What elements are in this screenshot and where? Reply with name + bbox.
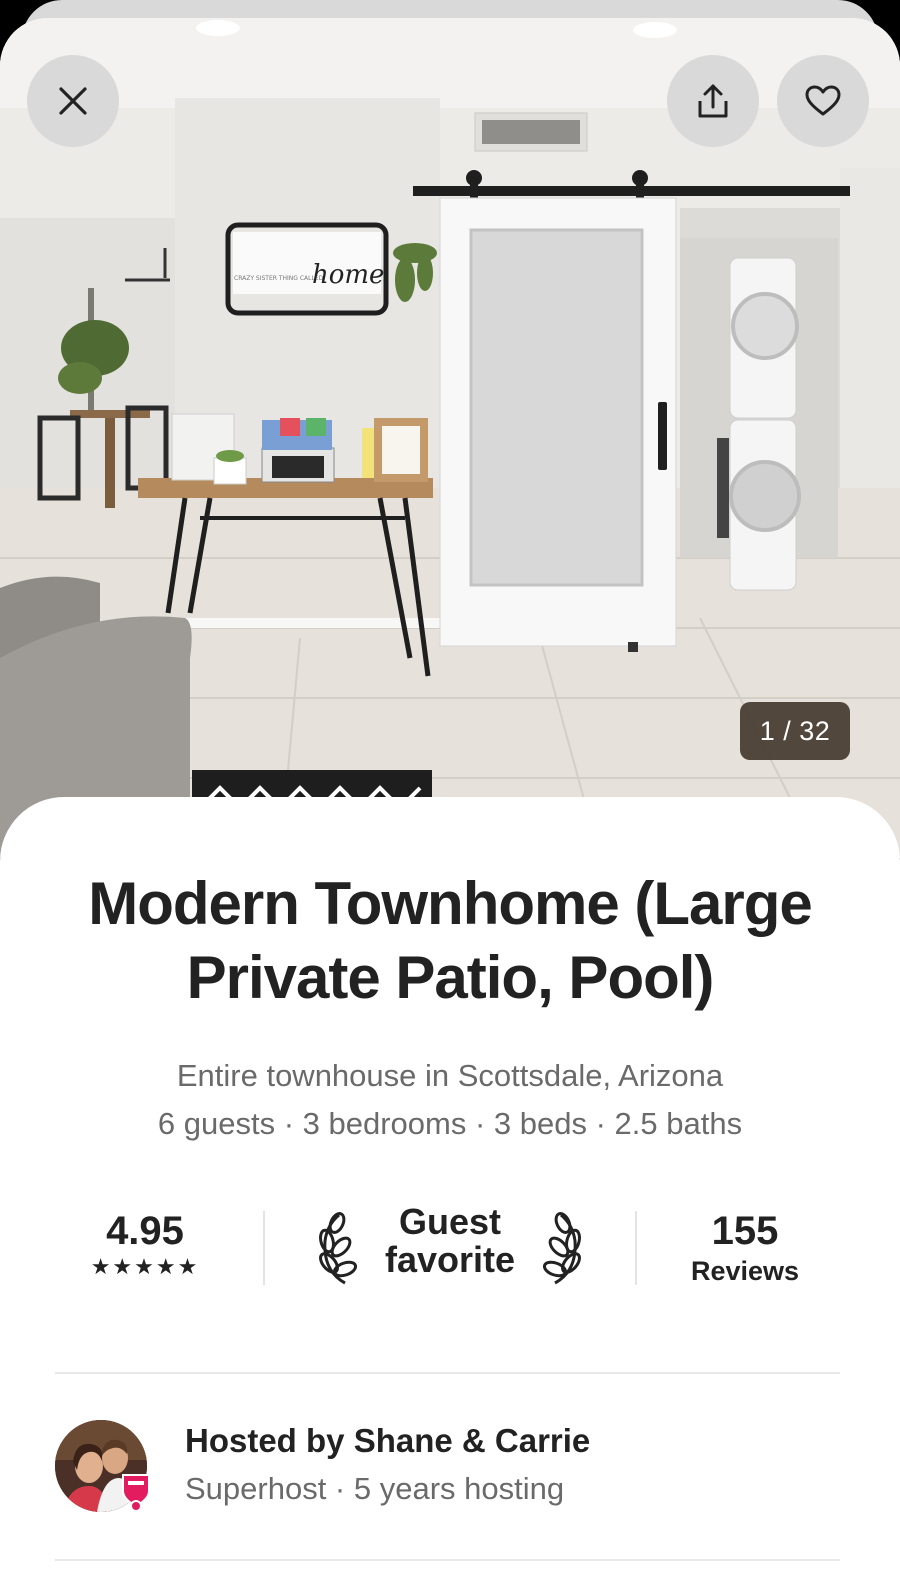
save-favorite-button[interactable] — [777, 55, 869, 147]
guest-favorite-line1: Guest — [398, 1201, 502, 1242]
rating-value: 4.95 — [106, 1209, 184, 1253]
sign-small-text: CRAZY SISTER THING CALLED — [234, 275, 324, 282]
share-icon — [698, 84, 728, 118]
laurel-right-icon — [542, 1212, 581, 1285]
laurel-left-icon — [319, 1212, 358, 1285]
listing-subtitle: Entire townhouse in Scottsdale, Arizona … — [40, 1052, 860, 1148]
section-divider — [55, 1559, 840, 1561]
section-divider — [55, 1372, 840, 1374]
reviews-summary[interactable]: 155 Reviews — [670, 1207, 820, 1287]
rating-summary[interactable]: 4.95 ★★★★★ — [80, 1207, 210, 1279]
stats-divider — [635, 1211, 637, 1285]
listing-details: Modern Townhome (Large Private Patio, Po… — [0, 797, 900, 1576]
close-button[interactable] — [27, 55, 119, 147]
rating-stars: ★★★★★ — [90, 1254, 200, 1279]
host-meta: Superhost · 5 years hosting — [185, 1471, 565, 1506]
guest-favorite-line2: favorite — [384, 1239, 516, 1280]
reviews-label: Reviews — [690, 1256, 800, 1286]
reviews-count: 155 — [711, 1209, 779, 1253]
guest-favorite-label: Guest favorite — [365, 1203, 535, 1279]
listing-stats: 4.95 ★★★★★ Guest favorite 155 Reviews — [60, 1203, 840, 1297]
guest-favorite-badge[interactable]: Guest favorite — [315, 1201, 585, 1291]
stats-divider — [263, 1211, 265, 1285]
listing-type-location: Entire townhouse in Scottsdale, Arizona — [176, 1058, 724, 1093]
heart-icon — [805, 85, 841, 116]
superhost-badge-icon — [122, 1474, 150, 1512]
listing-capacity: 6 guests · 3 bedrooms · 3 beds · 2.5 bat… — [157, 1106, 743, 1141]
sign-text: home — [312, 260, 384, 290]
photo-counter: 1 / 32 — [740, 702, 850, 760]
host-section[interactable]: Hosted by Shane & Carrie Superhost · 5 y… — [55, 1417, 855, 1517]
share-button[interactable] — [667, 55, 759, 147]
close-icon — [59, 87, 87, 115]
host-name: Hosted by Shane & Carrie — [185, 1422, 591, 1459]
listing-title: Modern Townhome (Large Private Patio, Po… — [88, 870, 813, 1011]
listing-sheet: CRAZY SISTER THING CALLED home 1 / 32 Mo… — [0, 0, 900, 1576]
